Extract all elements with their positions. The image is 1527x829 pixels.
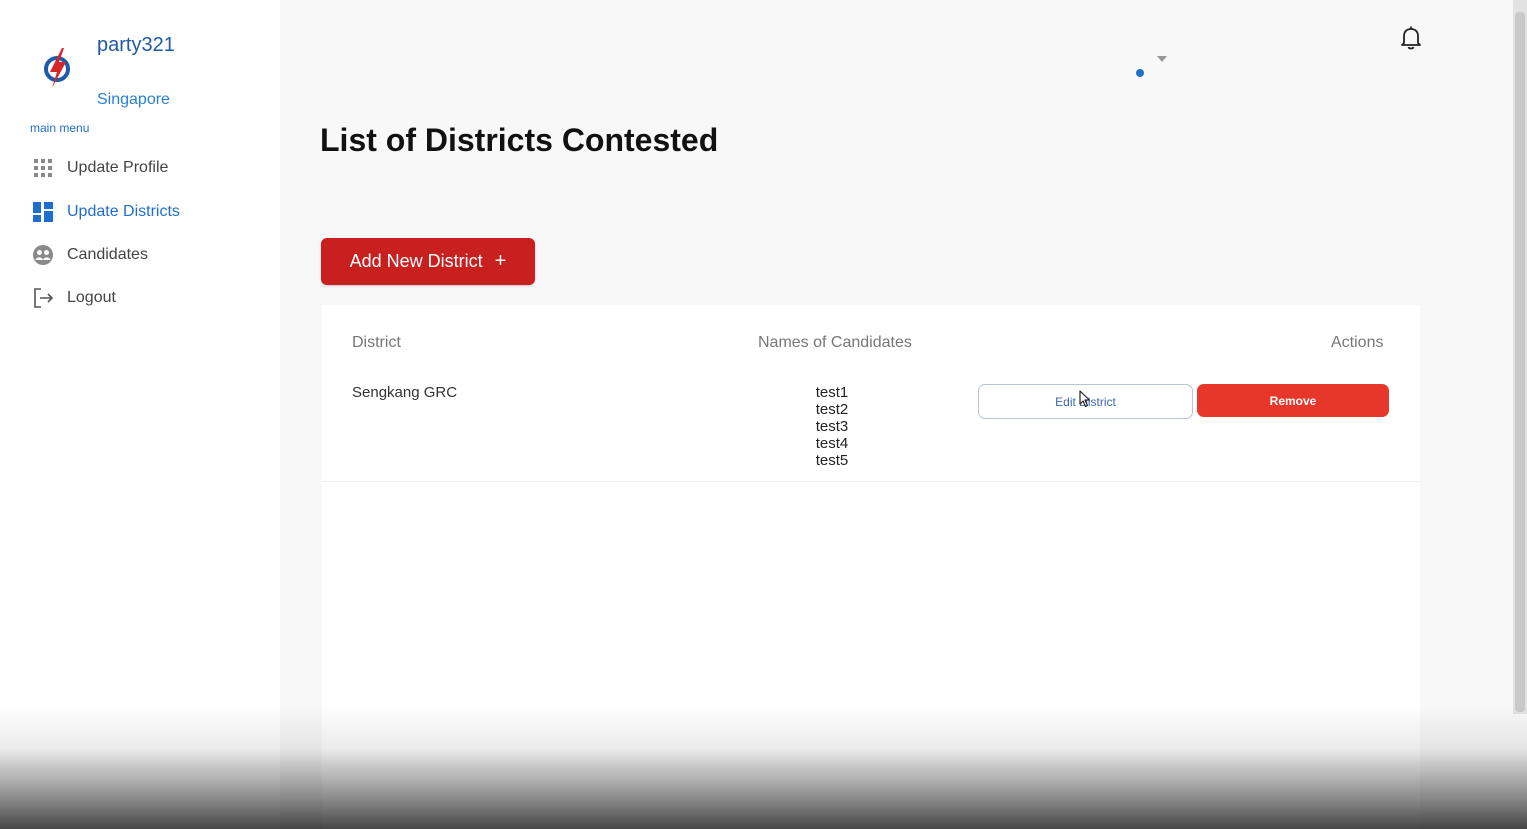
edit-district-button[interactable]: Edit District — [978, 384, 1193, 419]
column-header-candidates: Names of Candidates — [758, 334, 912, 351]
party-logo-icon — [44, 48, 70, 88]
sidebar: party321 Singapore main menu Update Prof… — [0, 0, 280, 829]
sidebar-item-label: Update Profile — [67, 159, 169, 176]
chevron-down-icon — [1136, 56, 1167, 77]
scrollbar-thumb[interactable] — [1515, 12, 1525, 712]
sidebar-item-logout[interactable]: Logout — [32, 284, 116, 312]
row-divider — [322, 481, 1420, 482]
district-name: Sengkang GRC — [352, 384, 458, 401]
candidate-name: test3 — [815, 418, 849, 435]
sidebar-item-update-districts[interactable]: Update Districts — [32, 198, 180, 226]
main-menu-label: main menu — [30, 121, 90, 135]
bell-icon[interactable] — [1399, 25, 1423, 51]
candidate-name: test2 — [815, 401, 849, 418]
party-name: party321 — [97, 34, 175, 56]
sidebar-item-update-profile[interactable]: Update Profile — [32, 154, 168, 182]
people-icon — [32, 244, 54, 266]
user-menu[interactable] — [1130, 52, 1174, 82]
candidate-name: test5 — [815, 452, 849, 469]
plus-icon: + — [494, 250, 507, 272]
candidate-list: test1 test2 test3 test4 test5 — [792, 384, 872, 469]
grid-icon — [32, 157, 54, 179]
column-header-district: District — [352, 334, 401, 351]
page-title: List of Districts Contested — [320, 122, 719, 158]
sidebar-item-candidates[interactable]: Candidates — [32, 241, 148, 269]
column-header-actions: Actions — [1331, 334, 1384, 351]
sidebar-item-label: Logout — [67, 289, 116, 306]
candidate-name: test1 — [815, 384, 849, 401]
remove-district-button[interactable]: Remove — [1197, 384, 1389, 417]
logout-icon — [32, 287, 54, 309]
sidebar-item-label: Candidates — [67, 246, 148, 263]
dashboard-icon — [32, 201, 54, 223]
app-root: party321 Singapore main menu Update Prof… — [0, 0, 1527, 829]
candidate-name: test4 — [815, 435, 849, 452]
party-country: Singapore — [97, 91, 170, 108]
add-new-district-button[interactable]: Add New District + — [321, 238, 535, 285]
sidebar-item-label: Update Districts — [67, 203, 180, 220]
add-button-label: Add New District — [349, 251, 483, 271]
